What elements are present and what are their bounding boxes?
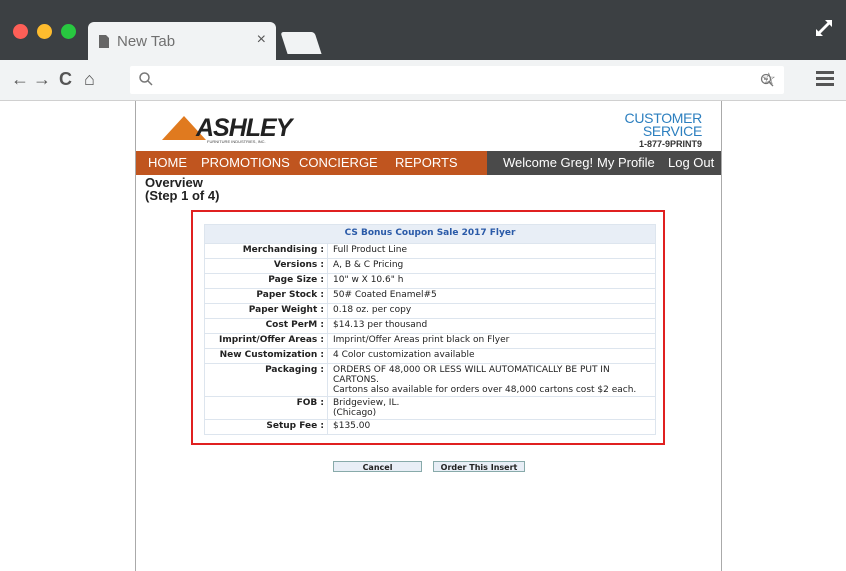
- nav-reports[interactable]: REPORTS: [395, 155, 458, 170]
- menu-icon[interactable]: [816, 71, 834, 87]
- svg-text:FURNITURE INDUSTRIES, INC.: FURNITURE INDUSTRIES, INC.: [207, 139, 266, 144]
- row-label: Merchandising :: [204, 243, 328, 259]
- main-nav: HOME PROMOTIONS CONCIERGE REPORTS Welcom…: [136, 151, 721, 175]
- customer-service-line2: SERVICE: [642, 123, 702, 139]
- nav-log-out[interactable]: Log Out: [668, 155, 714, 170]
- page-icon: [99, 35, 109, 48]
- search-icon: [139, 72, 153, 86]
- tab-close-icon[interactable]: ×: [257, 31, 266, 49]
- nav-concierge[interactable]: CONCIERGE: [299, 155, 378, 170]
- table-row: Versions : A, B & C Pricing: [204, 258, 656, 274]
- browser-tab[interactable]: New Tab ×: [88, 22, 276, 60]
- table-row: Imprint/Offer Areas : Imprint/Offer Area…: [204, 333, 656, 349]
- address-bar[interactable]: ☆: [130, 66, 784, 94]
- row-value-line1: Bridgeview, IL.: [333, 398, 400, 408]
- order-insert-button[interactable]: Order This Insert: [433, 461, 525, 472]
- bookmark-star-icon[interactable]: ☆: [762, 69, 776, 89]
- svg-text:ASHLEY: ASHLEY: [195, 114, 295, 142]
- row-value: Imprint/Offer Areas print black on Flyer: [327, 333, 656, 349]
- row-label: Paper Stock :: [204, 288, 328, 304]
- browser-toolbar: ← → C ⌂ ☆: [0, 60, 846, 101]
- fullscreen-icon[interactable]: [814, 18, 834, 38]
- nav-my-profile[interactable]: My Profile: [597, 155, 655, 170]
- ashley-logo: ASHLEY FURNITURE INDUSTRIES, INC.: [162, 114, 296, 144]
- home-icon[interactable]: ⌂: [84, 69, 95, 90]
- row-value-line2: (Chicago): [333, 408, 377, 418]
- new-tab-button[interactable]: [280, 32, 322, 54]
- table-row: Cost PerM : $14.13 per thousand: [204, 318, 656, 334]
- customer-service-block: CUSTOMER SERVICE 1-877-9PRINT9: [625, 111, 703, 150]
- flyer-specs-table: CS Bonus Coupon Sale 2017 Flyer Merchand…: [204, 224, 656, 435]
- row-value: $14.13 per thousand: [327, 318, 656, 334]
- user-nav: Welcome Greg! My Profile Log Out: [487, 151, 721, 175]
- page-content: ASHLEY FURNITURE INDUSTRIES, INC. CUSTOM…: [135, 101, 722, 571]
- row-value: Bridgeview, IL. (Chicago): [327, 396, 656, 420]
- row-label: Cost PerM :: [204, 318, 328, 334]
- browser-titlebar: New Tab ×: [0, 0, 846, 60]
- welcome-text: Welcome Greg!: [503, 155, 594, 170]
- row-label: Setup Fee :: [204, 419, 328, 435]
- row-label: New Customization :: [204, 348, 328, 364]
- reload-icon[interactable]: C: [59, 69, 72, 90]
- tab-title: New Tab: [117, 33, 176, 50]
- row-label: Versions :: [204, 258, 328, 274]
- row-value: 0.18 oz. per copy: [327, 303, 656, 319]
- row-label: Page Size :: [204, 273, 328, 289]
- table-title: CS Bonus Coupon Sale 2017 Flyer: [204, 224, 656, 244]
- back-icon[interactable]: ←: [11, 69, 29, 90]
- customer-service-phone: 1-877-9PRINT9: [638, 139, 702, 149]
- row-value: $135.00: [327, 419, 656, 435]
- row-value-line1: ORDERS OF 48,000 OR LESS WILL AUTOMATICA…: [333, 365, 610, 385]
- table-title-row: CS Bonus Coupon Sale 2017 Flyer: [204, 224, 656, 244]
- row-value: ORDERS OF 48,000 OR LESS WILL AUTOMATICA…: [327, 363, 656, 397]
- table-row: Paper Weight : 0.18 oz. per copy: [204, 303, 656, 319]
- row-value: A, B & C Pricing: [327, 258, 656, 274]
- table-row: Setup Fee : $135.00: [204, 419, 656, 435]
- table-row: Merchandising : Full Product Line: [204, 243, 656, 259]
- row-label: Paper Weight :: [204, 303, 328, 319]
- table-row: Packaging : ORDERS OF 48,000 OR LESS WIL…: [204, 363, 656, 397]
- step-indicator: (Step 1 of 4): [145, 188, 220, 203]
- minimize-window-button[interactable]: [37, 24, 52, 39]
- row-label: Packaging :: [204, 363, 328, 397]
- table-row: Paper Stock : 50# Coated Enamel#5: [204, 288, 656, 304]
- row-value: 50# Coated Enamel#5: [327, 288, 656, 304]
- row-value: 10" w X 10.6" h: [327, 273, 656, 289]
- forward-icon[interactable]: →: [33, 69, 51, 90]
- table-row: New Customization : 4 Color customizatio…: [204, 348, 656, 364]
- row-value-line2: Cartons also available for orders over 4…: [333, 385, 637, 395]
- cancel-button[interactable]: Cancel: [333, 461, 422, 472]
- row-value: Full Product Line: [327, 243, 656, 259]
- table-row: Page Size : 10" w X 10.6" h: [204, 273, 656, 289]
- table-row: FOB : Bridgeview, IL. (Chicago): [204, 396, 656, 420]
- page-title: Overview (Step 1 of 4): [145, 176, 219, 202]
- row-label: Imprint/Offer Areas :: [204, 333, 328, 349]
- close-window-button[interactable]: [13, 24, 28, 39]
- maximize-window-button[interactable]: [61, 24, 76, 39]
- nav-promotions[interactable]: PROMOTIONS: [201, 155, 290, 170]
- row-value: 4 Color customization available: [327, 348, 656, 364]
- row-label: FOB :: [204, 396, 328, 420]
- nav-home[interactable]: HOME: [148, 155, 187, 170]
